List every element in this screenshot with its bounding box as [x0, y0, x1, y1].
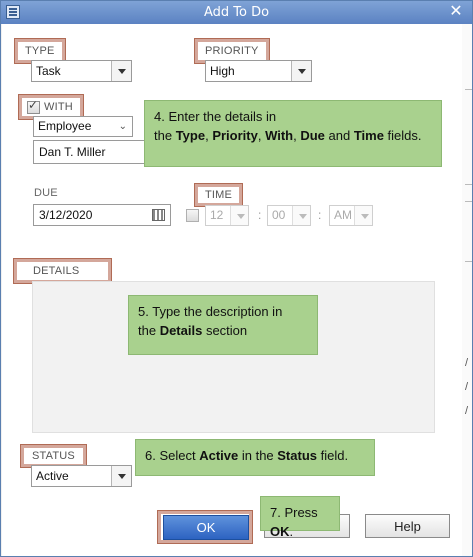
- check-icon: ✓: [28, 98, 39, 112]
- callout-step-6: 6. Select Active in the Status field.: [135, 439, 375, 476]
- chevron-down-icon[interactable]: [230, 206, 248, 225]
- time-hour-select[interactable]: 12: [205, 205, 249, 226]
- chevron-down-icon[interactable]: [292, 206, 310, 225]
- time-ampm-select[interactable]: AM: [329, 205, 373, 226]
- time-separator: :: [318, 208, 322, 222]
- edge-glyph: /: [465, 357, 469, 369]
- add-to-do-window: Add To Do ✕ / / / TYPE Task PRIORITY Hig…: [0, 0, 473, 557]
- callout-step-4: 4. Enter the details in the Type, Priori…: [144, 100, 442, 167]
- edge-glyph: /: [465, 381, 469, 393]
- status-value: Active: [36, 469, 69, 483]
- with-type-select[interactable]: Employee ⌄: [33, 116, 133, 137]
- chevron-down-icon[interactable]: ⌄: [119, 117, 127, 136]
- chevron-down-icon[interactable]: [111, 466, 131, 486]
- edge-tick: [465, 201, 472, 202]
- help-button[interactable]: Help: [365, 514, 450, 538]
- edge-tick: [465, 261, 472, 262]
- time-separator: :: [258, 208, 262, 222]
- calendar-icon[interactable]: [152, 209, 165, 221]
- close-icon[interactable]: ✕: [449, 3, 462, 20]
- with-label-text: WITH: [44, 101, 73, 113]
- edge-tick: [465, 89, 472, 90]
- window-title: Add To Do: [203, 5, 270, 20]
- priority-select[interactable]: High: [205, 60, 312, 82]
- priority-value: High: [210, 64, 235, 78]
- close-button[interactable]: ✕: [446, 3, 466, 21]
- chevron-down-icon[interactable]: [291, 61, 311, 81]
- ok-button[interactable]: OK: [163, 515, 249, 540]
- chevron-down-icon[interactable]: [111, 61, 131, 81]
- callout-step-4-line2: the Type, Priority, With, Due and Time f…: [154, 128, 422, 143]
- time-ampm-value: AM: [334, 208, 352, 222]
- title-bar[interactable]: Add To Do ✕: [1, 1, 472, 24]
- status-select[interactable]: Active: [31, 465, 132, 487]
- type-value: Task: [36, 64, 61, 78]
- time-minute-value: 00: [272, 208, 286, 222]
- time-hour-value: 12: [210, 208, 224, 222]
- callout-step-5-line2: the Details section: [138, 323, 248, 338]
- time-minute-select[interactable]: 00: [267, 205, 311, 226]
- edge-glyph: /: [465, 405, 469, 417]
- callout-step-5-line1: 5. Type the description in: [138, 304, 283, 319]
- due-label: DUE: [34, 187, 58, 199]
- details-label: DETAILS: [13, 258, 112, 284]
- callout-step-5: 5. Type the description in the Details s…: [128, 295, 318, 355]
- due-date-input[interactable]: 3/12/2020: [33, 204, 171, 226]
- time-checkbox[interactable]: [186, 209, 199, 222]
- type-select[interactable]: Task: [31, 60, 132, 82]
- background-edge: [462, 24, 472, 556]
- with-name-value: Dan T. Miller: [39, 145, 106, 159]
- status-label: STATUS: [20, 444, 87, 468]
- time-label: TIME: [193, 183, 244, 207]
- with-type-value: Employee: [38, 119, 92, 133]
- with-name-input[interactable]: Dan T. Miller: [33, 140, 148, 164]
- callout-step-7: 7. Press OK.: [260, 496, 340, 539]
- due-date-value: 3/12/2020: [39, 208, 93, 222]
- edge-tick: [465, 184, 472, 185]
- chevron-down-icon[interactable]: [354, 206, 372, 225]
- callout-step-4-line1: 4. Enter the details in: [154, 109, 277, 124]
